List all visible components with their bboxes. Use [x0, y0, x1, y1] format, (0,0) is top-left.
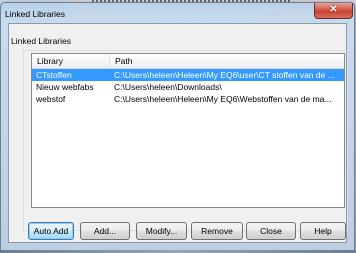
modify-button[interactable]: Modify... [136, 222, 187, 240]
library-name: CTstoffen [36, 70, 72, 80]
list-row[interactable]: webstof C:\Users\heleen\Heleen\My EQ6\We… [32, 93, 344, 105]
help-button[interactable]: Help [300, 222, 346, 240]
library-path: C:\Users\heleen\Downloads\ [114, 82, 222, 92]
close-button[interactable]: Close [246, 222, 296, 240]
library-name: webstof [36, 94, 66, 104]
group-label: Linked Libraries [11, 36, 72, 46]
library-path: C:\Users\heleen\Heleen\My EQ6\Webstoffen… [114, 94, 332, 104]
window-close-button[interactable]: ✕ [314, 3, 353, 19]
list-row[interactable]: CTstoffen C:\Users\heleen\Heleen\My EQ6\… [32, 69, 344, 81]
remove-button[interactable]: Remove [191, 222, 243, 240]
library-name: Nieuw webfabs [36, 82, 94, 92]
list-header: Library Path [32, 54, 344, 69]
add-button[interactable]: Add... [80, 222, 130, 240]
list-row[interactable]: Nieuw webfabs C:\Users\heleen\Downloads\ [32, 81, 344, 93]
title-bar[interactable]: Linked Libraries ✕ [1, 3, 354, 23]
column-header-path[interactable]: Path [110, 54, 344, 68]
window-title: Linked Libraries [5, 9, 66, 19]
close-icon: ✕ [329, 4, 338, 15]
auto-add-button[interactable]: Auto Add [28, 222, 74, 240]
library-path: C:\Users\heleen\Heleen\My EQ6\user\CT st… [114, 70, 335, 80]
desktop-background: Linked Libraries ✕ Linked Libraries Libr… [0, 0, 356, 253]
libraries-list[interactable]: Library Path CTstoffen C:\Users\heleen\H… [31, 53, 345, 208]
column-header-library[interactable]: Library [32, 54, 110, 68]
